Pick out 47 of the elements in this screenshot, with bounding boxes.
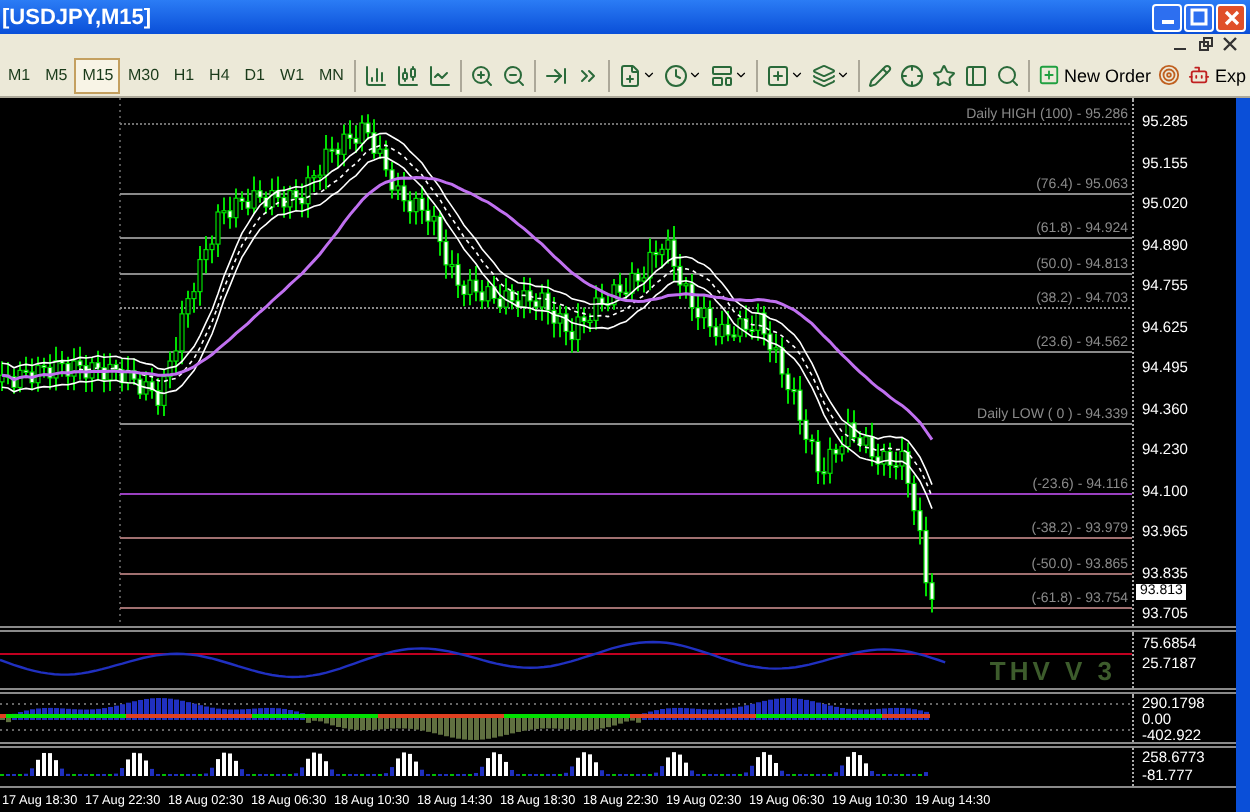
expert-advisors-button[interactable]: Exp: [1184, 57, 1250, 93]
template-icon: [710, 63, 735, 87]
timeframe-button[interactable]: M15: [74, 57, 120, 93]
maximize-button[interactable]: [1184, 3, 1214, 31]
caret-icon: [688, 68, 703, 82]
robot-icon: [1188, 64, 1211, 86]
clock-icon: [664, 63, 689, 87]
profiles-icon: [812, 63, 837, 87]
timeframe-button[interactable]: M1: [0, 57, 38, 93]
search-icon: [996, 63, 1021, 87]
timeframe-button[interactable]: MN: [310, 57, 351, 93]
add-indicator-icon: [618, 63, 643, 87]
close-icon: [1223, 9, 1239, 25]
navigator-icon: [964, 63, 989, 87]
star-icon: [932, 63, 957, 87]
restore-button[interactable]: [1198, 36, 1214, 52]
timeframe-button[interactable]: W1: [272, 57, 311, 93]
plus-icon: [1037, 64, 1060, 86]
minimize-button[interactable]: [1152, 3, 1182, 31]
timeframe-button[interactable]: M30: [120, 57, 166, 93]
caret-icon: [790, 68, 805, 82]
timeframe-button[interactable]: D1: [236, 57, 273, 93]
candlestick-icon: [396, 63, 421, 87]
pencil-icon: [868, 63, 893, 87]
zoom-out-icon: [502, 63, 527, 87]
crosshair-icon: [900, 63, 925, 87]
minimize-icon: [1174, 48, 1186, 50]
restore-icon: [1198, 36, 1214, 52]
window-title: [USDJPY,M15]: [2, 5, 152, 29]
close-icon: [1222, 36, 1238, 52]
maximize-icon: [1190, 8, 1208, 26]
timeframe-button[interactable]: H1: [165, 57, 202, 93]
zoom-in-icon: [470, 63, 495, 87]
timeframe-button[interactable]: H4: [201, 57, 237, 93]
chart-shift-icon: [544, 63, 569, 87]
line-chart-icon: [428, 63, 453, 87]
bar-chart-icon: [364, 63, 389, 87]
minimize-icon: [1161, 20, 1173, 24]
target-icon: [1158, 64, 1181, 86]
new-chart-icon: [766, 63, 791, 87]
caret-icon: [642, 68, 657, 82]
new-order-button[interactable]: New Order: [1033, 57, 1155, 93]
indicator-title: THV V 3: [989, 656, 1116, 687]
timeframe-button[interactable]: M5: [37, 57, 75, 93]
caret-icon: [836, 68, 851, 82]
close-button[interactable]: [1222, 36, 1238, 52]
caret-icon: [734, 68, 749, 82]
